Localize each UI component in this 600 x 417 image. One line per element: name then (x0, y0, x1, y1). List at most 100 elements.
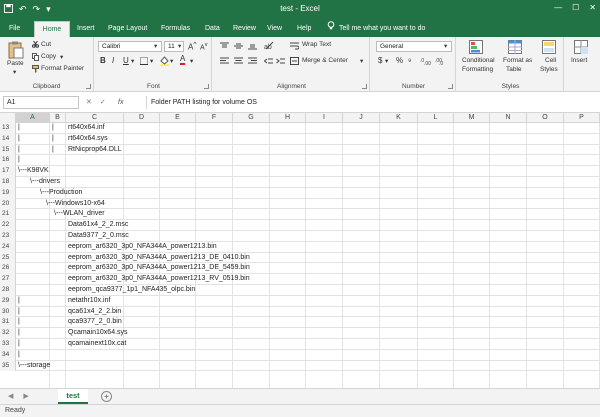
font-name-dropdown-icon[interactable]: ▾ (154, 42, 157, 50)
cell-a[interactable]: \---storage (18, 361, 50, 372)
tell-me-box[interactable]: Tell me what you want to do (327, 21, 425, 37)
font-name-box[interactable]: Calibri (98, 41, 162, 52)
cell-a[interactable]: | (18, 155, 20, 166)
cell-c[interactable]: qcamainext10x.cat (68, 339, 126, 350)
decrease-font-icon[interactable]: Av (200, 42, 208, 51)
copy-button[interactable]: Copy (41, 53, 56, 60)
row-header[interactable]: 30 (0, 306, 16, 318)
cell-c[interactable]: eeprom_ar6320_3p0_NFA344A_power1213_DE_5… (68, 263, 250, 274)
tab-insert[interactable]: Insert (72, 21, 100, 37)
formula-input[interactable]: Folder PATH listing for volume OS (146, 96, 600, 109)
currency-dropdown-icon[interactable]: ▾ (385, 57, 388, 65)
align-middle-icon[interactable] (234, 42, 243, 52)
clipboard-launcher-icon[interactable] (86, 84, 91, 89)
row-header[interactable]: 25 (0, 252, 16, 264)
column-header-b[interactable]: B (50, 113, 66, 123)
cell-a[interactable]: | (18, 307, 20, 318)
number-launcher-icon[interactable] (448, 84, 453, 89)
format-as-table-label-1[interactable]: Format as (503, 57, 532, 64)
row-header[interactable]: 23 (0, 231, 16, 242)
tab-data[interactable]: Data (200, 21, 225, 37)
column-header-e[interactable]: E (160, 113, 196, 123)
cell-a[interactable]: | (18, 145, 20, 156)
cell-b[interactable]: | (52, 145, 54, 156)
add-sheet-button[interactable]: + (101, 391, 112, 402)
align-left-icon[interactable] (220, 57, 229, 67)
underline-button[interactable]: U (123, 56, 129, 65)
conditional-formatting-label-2[interactable]: Formatting (462, 66, 493, 73)
align-bottom-icon[interactable] (248, 42, 257, 52)
column-header-g[interactable]: G (233, 113, 270, 123)
row-header[interactable]: 26 (0, 263, 16, 275)
align-top-icon[interactable] (220, 42, 229, 52)
align-right-icon[interactable] (248, 57, 257, 67)
tab-help[interactable]: Help (292, 21, 316, 37)
minimize-icon[interactable]: — (554, 3, 562, 12)
format-as-table-label-2[interactable]: Table (506, 66, 522, 73)
cell-b[interactable]: \---Production (40, 188, 82, 199)
cell-a[interactable]: | (18, 317, 20, 328)
cell-c[interactable]: rt640x64.inf (68, 123, 105, 134)
comma-style-icon[interactable]: ⁹ (408, 57, 411, 66)
tab-view[interactable]: View (262, 21, 287, 37)
decrease-indent-icon[interactable] (263, 57, 273, 67)
cell-c[interactable]: Data9377_2_0.msc (68, 231, 129, 242)
increase-indent-icon[interactable] (276, 57, 285, 67)
tab-file[interactable]: File (4, 21, 25, 37)
row-header[interactable]: 21 (0, 209, 16, 221)
cell-a[interactable]: | (18, 134, 20, 145)
cell-b[interactable]: \---drivers (30, 177, 60, 188)
cell-c[interactable]: netathr10x.inf (68, 296, 110, 307)
decrease-decimal-icon[interactable]: .00.0 (435, 56, 446, 67)
row-header[interactable]: 29 (0, 295, 16, 307)
column-header-d[interactable]: D (124, 113, 160, 123)
row-header[interactable]: 28 (0, 285, 16, 296)
merge-center-button[interactable]: Merge & Center (302, 57, 348, 64)
cell-c[interactable]: Qcamain10x64.sys (68, 328, 128, 339)
name-box[interactable]: A1 (3, 96, 79, 109)
tab-home[interactable]: Home (34, 21, 70, 37)
format-painter-button[interactable]: Format Painter (41, 65, 84, 72)
row-header[interactable]: 35 (0, 360, 16, 372)
row-header[interactable]: 14 (0, 133, 16, 145)
cell-b[interactable]: \---WLAN_driver (54, 209, 105, 220)
column-header-p[interactable]: P (564, 113, 600, 123)
next-sheet-icon[interactable]: ▶ (23, 392, 28, 400)
column-header-i[interactable]: I (306, 113, 343, 123)
merge-center-dropdown-icon[interactable]: ▾ (360, 57, 363, 65)
cell-styles-label-2[interactable]: Styles (540, 66, 558, 73)
cell-b[interactable]: \---Windows10-x64 (46, 199, 105, 210)
cell-a[interactable]: | (18, 296, 20, 307)
font-launcher-icon[interactable] (204, 84, 209, 89)
row-header[interactable]: 16 (0, 155, 16, 167)
row-header[interactable]: 15 (0, 144, 16, 156)
fill-color-dropdown-icon[interactable]: ▾ (170, 57, 173, 65)
cell-a[interactable]: | (18, 328, 20, 339)
cell-c[interactable]: eeprom_ar6320_3p0_NFA344A_power1213_DE_0… (68, 253, 250, 264)
align-center-icon[interactable] (234, 57, 243, 67)
cancel-icon[interactable]: ✕ (86, 96, 92, 109)
cell-c[interactable]: eeprom_qca9377_1p1_NFA435_olpc.bin (68, 285, 195, 296)
column-header-l[interactable]: L (418, 113, 454, 123)
tab-review[interactable]: Review (228, 21, 261, 37)
tab-page-layout[interactable]: Page Layout (103, 21, 152, 37)
number-format-dropdown-icon[interactable]: ▾ (444, 42, 447, 50)
prev-sheet-icon[interactable]: ◀ (8, 392, 13, 400)
row-header[interactable]: 31 (0, 317, 16, 329)
borders-dropdown-icon[interactable]: ▾ (150, 57, 153, 65)
conditional-formatting-label-1[interactable]: Conditional (462, 57, 495, 64)
tab-formulas[interactable]: Formulas (156, 21, 195, 37)
font-color-button[interactable]: A (180, 55, 186, 65)
cell-c[interactable]: qca61x4_2_2.bin (68, 307, 121, 318)
column-header-o[interactable]: O (527, 113, 564, 123)
sheet-tab-test[interactable]: test (58, 389, 88, 404)
column-header-a[interactable]: A (16, 113, 50, 123)
cell-c[interactable]: rt640x64.sys (68, 134, 108, 145)
orientation-icon[interactable]: ab (264, 41, 274, 52)
column-header-k[interactable]: K (380, 113, 418, 123)
select-all-corner[interactable] (0, 113, 16, 123)
increase-decimal-icon[interactable]: .0.00 (420, 56, 431, 67)
column-header-n[interactable]: N (490, 113, 527, 123)
row-header[interactable]: 19 (0, 187, 16, 199)
cell-a[interactable]: | (18, 339, 20, 350)
